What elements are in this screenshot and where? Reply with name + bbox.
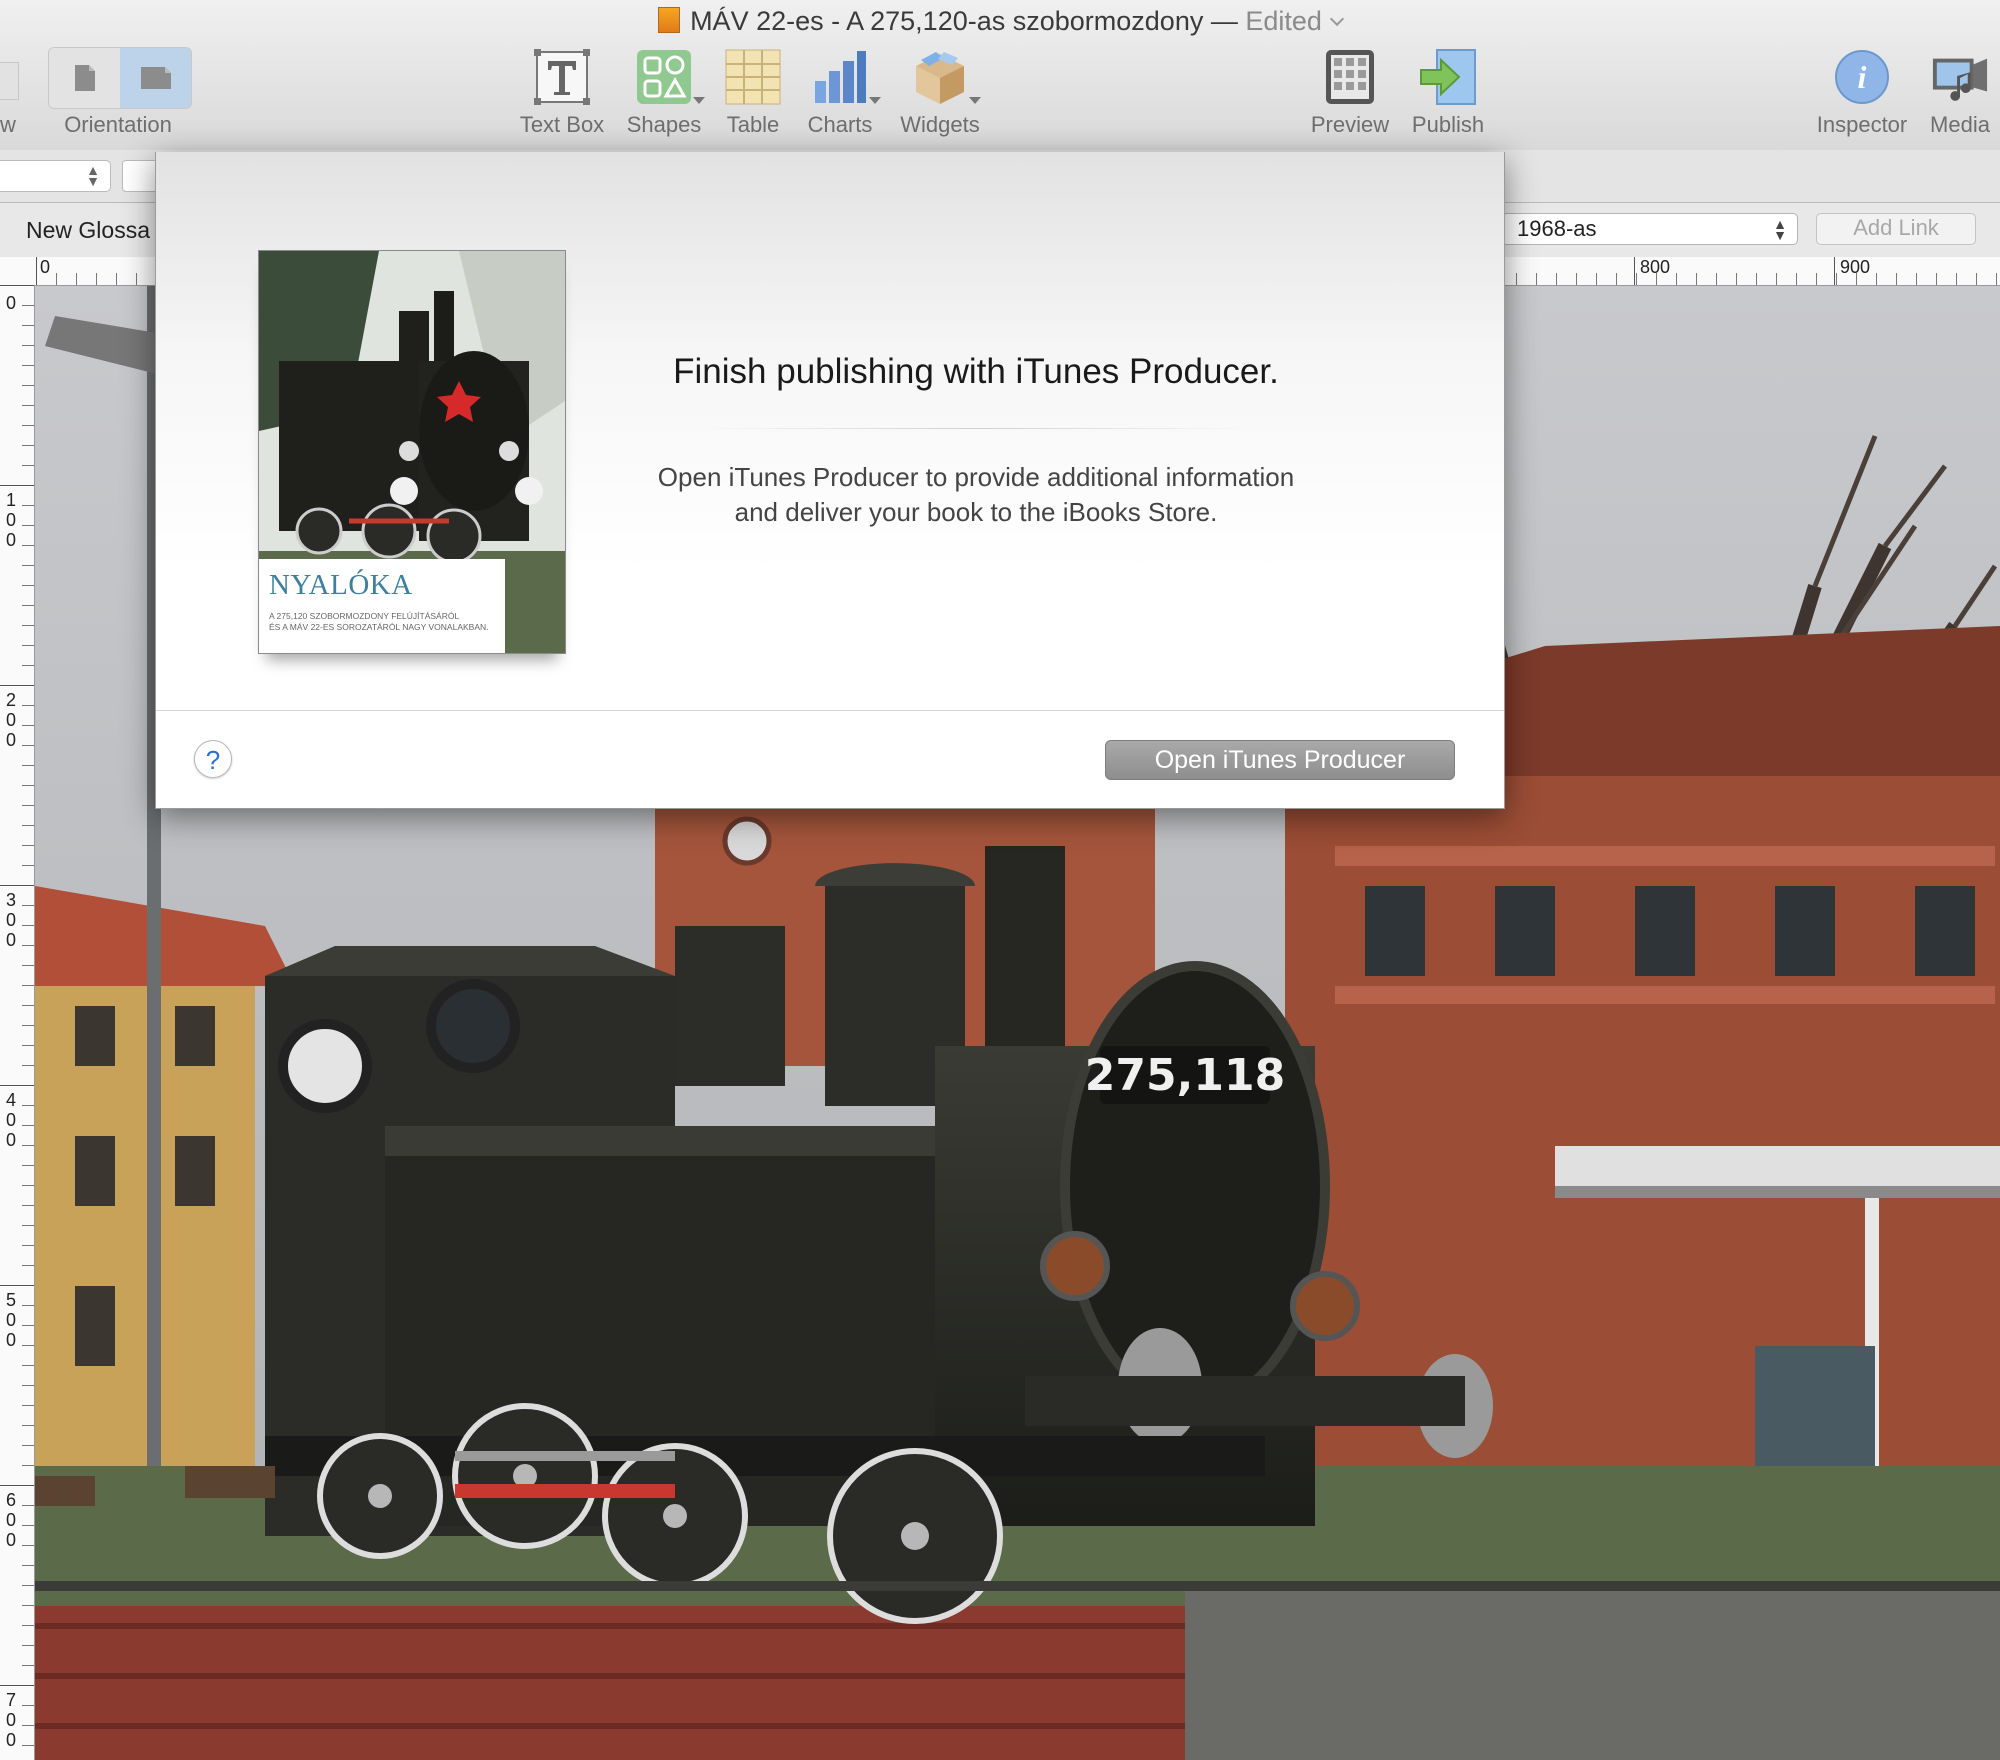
document-icon bbox=[658, 7, 681, 33]
text-box-icon bbox=[533, 48, 591, 106]
ruler-label: 600 bbox=[5, 1490, 16, 1550]
cover-subtitle-line: A 275,120 SZOBORMOZDONY FELÚJÍTÁSÁRÓL bbox=[269, 611, 460, 621]
ruler-major-tick bbox=[0, 285, 34, 286]
cover-subtitle-line: ÉS A MÁV 22-ES SOROZATÁRÓL NAGY VONALAKB… bbox=[269, 622, 489, 632]
charts-icon bbox=[811, 48, 881, 106]
svg-text:i: i bbox=[1858, 59, 1867, 95]
ruler-major-tick bbox=[1634, 257, 1635, 285]
charts-label: Charts bbox=[807, 112, 873, 137]
ruler-label: 0 bbox=[5, 293, 16, 313]
ruler-major-tick bbox=[0, 1485, 34, 1486]
ruler-major-tick bbox=[1834, 257, 1835, 285]
new-glossary-button[interactable]: New Glossa bbox=[26, 217, 150, 244]
ruler-major-tick bbox=[0, 1685, 34, 1686]
ruler-label: 400 bbox=[5, 1090, 16, 1150]
view-menu-button[interactable] bbox=[0, 62, 19, 100]
ruler-label: 500 bbox=[5, 1290, 16, 1350]
sheet-message-line: Open iTunes Producer to provide addition… bbox=[657, 462, 1295, 492]
media-button[interactable]: Media bbox=[1920, 48, 2000, 146]
portrait-button[interactable] bbox=[49, 48, 120, 108]
ruler-label: 300 bbox=[5, 890, 16, 950]
sheet-heading: Finish publishing with iTunes Producer. bbox=[673, 352, 1279, 391]
portrait-page-icon bbox=[74, 65, 95, 91]
text-box-label: Text Box bbox=[519, 112, 605, 137]
preview-button[interactable]: Preview bbox=[1302, 48, 1398, 146]
sheet-message-line: and deliver your book to the iBooks Stor… bbox=[734, 497, 1218, 527]
ruler-label: 900 bbox=[1840, 257, 1871, 277]
dropdown-arrow-icon bbox=[869, 97, 881, 104]
ruler-label: 700 bbox=[5, 1690, 16, 1750]
charts-button[interactable]: Charts bbox=[800, 48, 881, 146]
window-toolbar: MÁV 22-es - A 275,120-as szobormozdony —… bbox=[0, 0, 2000, 151]
preview-label: Preview bbox=[1310, 112, 1390, 137]
ruler-label: 0 bbox=[40, 257, 51, 277]
glossary-term-select[interactable]: 1968-as ▲ ▼ bbox=[1502, 213, 1798, 245]
publish-icon bbox=[1419, 48, 1477, 106]
ruler-major-tick bbox=[0, 485, 34, 486]
orientation-segmented-control[interactable] bbox=[48, 47, 192, 109]
shapes-icon bbox=[635, 48, 705, 106]
ruler-major-tick bbox=[0, 1285, 34, 1286]
ruler-label: 200 bbox=[5, 690, 16, 750]
orientation-label: Orientation bbox=[64, 112, 172, 137]
media-icon bbox=[1931, 48, 1989, 106]
vertical-ruler: 0 100 200 300 400 500 600 700 bbox=[0, 285, 35, 1760]
cover-title: NYALÓKA bbox=[269, 569, 413, 601]
ruler-major-tick bbox=[0, 685, 34, 686]
window-title[interactable]: MÁV 22-es - A 275,120-as szobormozdony —… bbox=[0, 6, 2000, 37]
view-label: w bbox=[0, 112, 16, 137]
landscape-button[interactable] bbox=[120, 48, 191, 108]
widgets-icon bbox=[911, 48, 981, 106]
text-box-button[interactable]: Text Box bbox=[511, 48, 613, 146]
glossary-term-value: 1968-as bbox=[1517, 216, 1597, 241]
book-cover-thumbnail: NYALÓKA A 275,120 SZOBORMOZDONY FELÚJÍTÁ… bbox=[258, 250, 566, 654]
preview-icon bbox=[1321, 48, 1379, 106]
sheet-message: Open iTunes Producer to provide addition… bbox=[626, 460, 1326, 530]
chevron-down-icon[interactable] bbox=[1329, 11, 1345, 27]
ruler-label: 100 bbox=[5, 490, 16, 550]
table-icon bbox=[724, 48, 782, 106]
landscape-page-icon bbox=[140, 67, 171, 89]
divider bbox=[696, 428, 1256, 429]
ruler-major-tick bbox=[0, 1085, 34, 1086]
table-label: Table bbox=[726, 112, 780, 137]
divider bbox=[156, 710, 1504, 711]
stepper-arrows-icon: ▲ ▼ bbox=[86, 162, 100, 189]
open-itunes-producer-button[interactable]: Open iTunes Producer bbox=[1105, 740, 1455, 780]
publish-sheet-dialog: NYALÓKA A 275,120 SZOBORMOZDONY FELÚJÍTÁ… bbox=[155, 152, 1505, 809]
publish-button[interactable]: Publish bbox=[1400, 48, 1496, 146]
document-title: MÁV 22-es - A 275,120-as szobormozdony bbox=[690, 6, 1204, 36]
table-button[interactable]: Table bbox=[716, 48, 790, 146]
locomotive-number-plate: 275,118 bbox=[1085, 1050, 1285, 1101]
publish-label: Publish bbox=[1411, 112, 1485, 137]
ruler-label: 800 bbox=[1640, 257, 1671, 277]
cover-title-panel: NYALÓKA A 275,120 SZOBORMOZDONY FELÚJÍTÁ… bbox=[259, 559, 505, 653]
ruler-major-tick bbox=[0, 885, 34, 886]
inspector-button[interactable]: i Inspector bbox=[1812, 48, 1912, 146]
edited-status[interactable]: Edited bbox=[1245, 6, 1322, 36]
inspector-icon: i bbox=[1833, 48, 1891, 106]
help-button[interactable]: ? bbox=[194, 740, 232, 778]
title-separator: — bbox=[1210, 6, 1238, 36]
ruler-ticks bbox=[22, 285, 34, 1760]
ruler-major-tick bbox=[36, 257, 37, 285]
cover-subtitle: A 275,120 SZOBORMOZDONY FELÚJÍTÁSÁRÓL ÉS… bbox=[269, 611, 501, 633]
shapes-button[interactable]: Shapes bbox=[614, 48, 714, 146]
dropdown-arrow-icon bbox=[693, 97, 705, 104]
media-label: Media bbox=[1930, 112, 1990, 137]
shapes-label: Shapes bbox=[626, 112, 702, 137]
add-link-button[interactable]: Add Link bbox=[1816, 213, 1976, 245]
paragraph-style-select[interactable]: ▲ ▼ bbox=[0, 160, 111, 192]
widgets-button[interactable]: Widgets bbox=[892, 48, 988, 146]
dropdown-arrow-icon bbox=[969, 97, 981, 104]
stepper-arrows-icon: ▲ ▼ bbox=[1773, 216, 1787, 243]
widgets-label: Widgets bbox=[900, 112, 980, 137]
inspector-label: Inspector bbox=[1816, 112, 1908, 137]
